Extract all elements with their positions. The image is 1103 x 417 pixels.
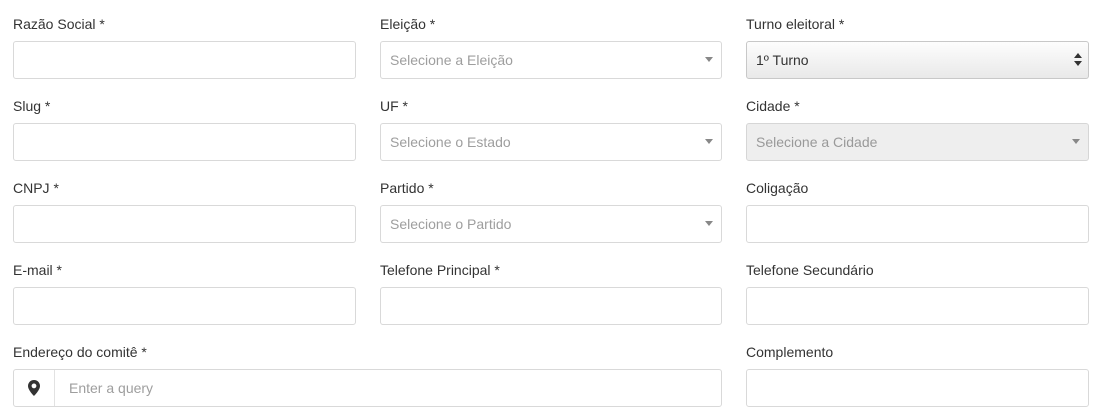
eleicao-placeholder: Selecione a Eleição: [390, 52, 513, 68]
razao-social-input[interactable]: [13, 41, 356, 79]
coligacao-field: Coligação: [746, 180, 1089, 244]
telefone-principal-input[interactable]: [380, 287, 722, 325]
committee-registration-form: Razão Social * Eleição * Selecione a Ele…: [0, 0, 1103, 417]
endereco-field: Endereço do comitê * Enter a query: [13, 344, 722, 408]
cnpj-input[interactable]: [13, 205, 356, 243]
slug-label: Slug *: [13, 98, 51, 114]
telefone-secundario-field: Telefone Secundário: [746, 262, 1089, 326]
telefone-secundario-input[interactable]: [746, 287, 1089, 325]
cnpj-field: CNPJ *: [13, 180, 356, 244]
cnpj-label: CNPJ *: [13, 180, 59, 196]
uf-placeholder: Selecione o Estado: [390, 134, 511, 150]
partido-placeholder: Selecione o Partido: [390, 216, 512, 232]
cidade-field: Cidade * Selecione a Cidade: [746, 98, 1089, 162]
eleicao-field: Eleição * Selecione a Eleição: [380, 16, 722, 80]
eleicao-select[interactable]: Selecione a Eleição: [380, 41, 722, 79]
email-field: E-mail *: [13, 262, 356, 326]
caret-down-icon: [705, 57, 713, 62]
slug-input[interactable]: [13, 123, 356, 161]
map-pin-icon: [14, 370, 55, 406]
razao-social-field: Razão Social *: [13, 16, 356, 80]
turno-field: Turno eleitoral * 1º Turno: [746, 16, 1089, 80]
telefone-secundario-label: Telefone Secundário: [746, 262, 874, 278]
endereco-label: Endereço do comitê *: [13, 344, 147, 360]
telefone-principal-field: Telefone Principal *: [380, 262, 722, 326]
telefone-principal-label: Telefone Principal *: [380, 262, 500, 278]
eleicao-label: Eleição *: [380, 16, 436, 32]
partido-label: Partido *: [380, 180, 434, 196]
email-input[interactable]: [13, 287, 356, 325]
coligacao-input[interactable]: [746, 205, 1089, 243]
uf-field: UF * Selecione o Estado: [380, 98, 722, 162]
endereco-search-input[interactable]: Enter a query: [13, 369, 722, 407]
caret-down-icon: [705, 139, 713, 144]
complemento-field: Complemento: [746, 344, 1089, 408]
partido-field: Partido * Selecione o Partido: [380, 180, 722, 244]
turno-select[interactable]: 1º Turno: [746, 41, 1089, 79]
email-label: E-mail *: [13, 262, 63, 278]
cidade-placeholder: Selecione a Cidade: [756, 134, 878, 150]
turno-label: Turno eleitoral *: [746, 16, 845, 32]
coligacao-label: Coligação: [746, 180, 809, 196]
slug-field: Slug *: [13, 98, 356, 162]
complemento-input[interactable]: [746, 369, 1089, 407]
caret-down-icon: [705, 221, 713, 226]
complemento-label: Complemento: [746, 344, 834, 360]
updown-stepper-icon: [1074, 52, 1082, 68]
cidade-label: Cidade *: [746, 98, 800, 114]
partido-select[interactable]: Selecione o Partido: [380, 205, 722, 243]
endereco-placeholder: Enter a query: [69, 380, 154, 396]
cidade-select: Selecione a Cidade: [746, 123, 1089, 161]
uf-select[interactable]: Selecione o Estado: [380, 123, 722, 161]
turno-selected-value: 1º Turno: [756, 52, 809, 68]
razao-social-label: Razão Social *: [13, 16, 105, 32]
uf-label: UF *: [380, 98, 408, 114]
caret-down-icon: [1072, 139, 1080, 144]
